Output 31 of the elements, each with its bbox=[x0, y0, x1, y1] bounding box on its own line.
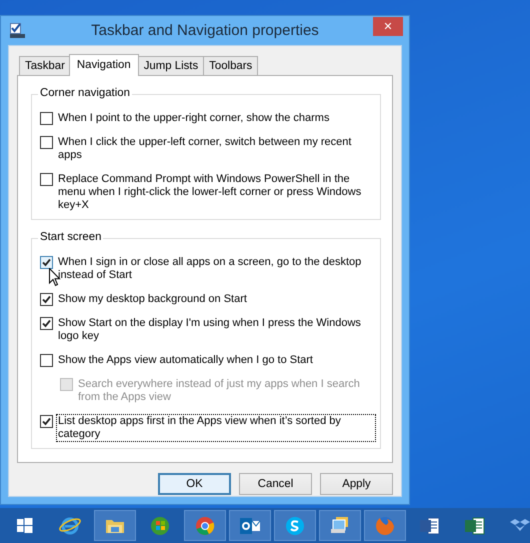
checkbox-label[interactable]: Show my desktop background on Start bbox=[56, 292, 249, 307]
dialog-button[interactable]: OK bbox=[158, 473, 231, 495]
checkbox[interactable] bbox=[40, 173, 53, 186]
tab[interactable]: Jump Lists bbox=[138, 56, 204, 75]
group-title: Corner navigation bbox=[38, 87, 132, 99]
checkbox[interactable] bbox=[40, 136, 53, 149]
tab[interactable]: Taskbar bbox=[19, 56, 71, 75]
checkbox[interactable] bbox=[40, 415, 53, 428]
checkbox-label[interactable]: Show the Apps view automatically when I go to Start bbox=[56, 353, 315, 368]
checkbox-label[interactable]: When I click the upper-left corner, switch between my recent apps bbox=[56, 135, 376, 163]
checkbox-label[interactable]: Show Start on the display I'm using when I press the Windows logo key bbox=[56, 316, 376, 344]
dialog-button[interactable]: Apply bbox=[320, 473, 393, 495]
close-button[interactable]: ✕ bbox=[373, 17, 403, 36]
window-title: Taskbar and Navigation properties bbox=[90, 22, 320, 39]
checkbox[interactable] bbox=[40, 293, 53, 306]
checkbox[interactable] bbox=[40, 317, 53, 330]
checkbox[interactable] bbox=[40, 112, 53, 125]
checkbox[interactable] bbox=[40, 256, 53, 269]
taskbar-button[interactable] bbox=[274, 510, 316, 541]
tab[interactable]: Toolbars bbox=[203, 56, 258, 75]
tab[interactable]: Navigation bbox=[68, 54, 139, 76]
checkbox-label[interactable]: When I point to the upper-right corner, show the charms bbox=[56, 111, 332, 126]
checkbox-label[interactable]: Replace Command Prompt with Windows PowerShell in the menu when I right-click the lower-left corner or press Windows key+X bbox=[56, 172, 376, 213]
taskbar-button[interactable] bbox=[229, 510, 271, 541]
taskbar-button[interactable] bbox=[94, 510, 136, 541]
dialog-button[interactable]: Cancel bbox=[239, 473, 312, 495]
checkbox-app-icon bbox=[10, 23, 25, 38]
checkbox-label[interactable]: List desktop apps first in the Apps view when it’s sorted by category bbox=[56, 414, 376, 442]
taskbar-button[interactable] bbox=[319, 510, 361, 541]
checkbox[interactable] bbox=[40, 354, 53, 367]
group-title: Start screen bbox=[38, 231, 104, 243]
